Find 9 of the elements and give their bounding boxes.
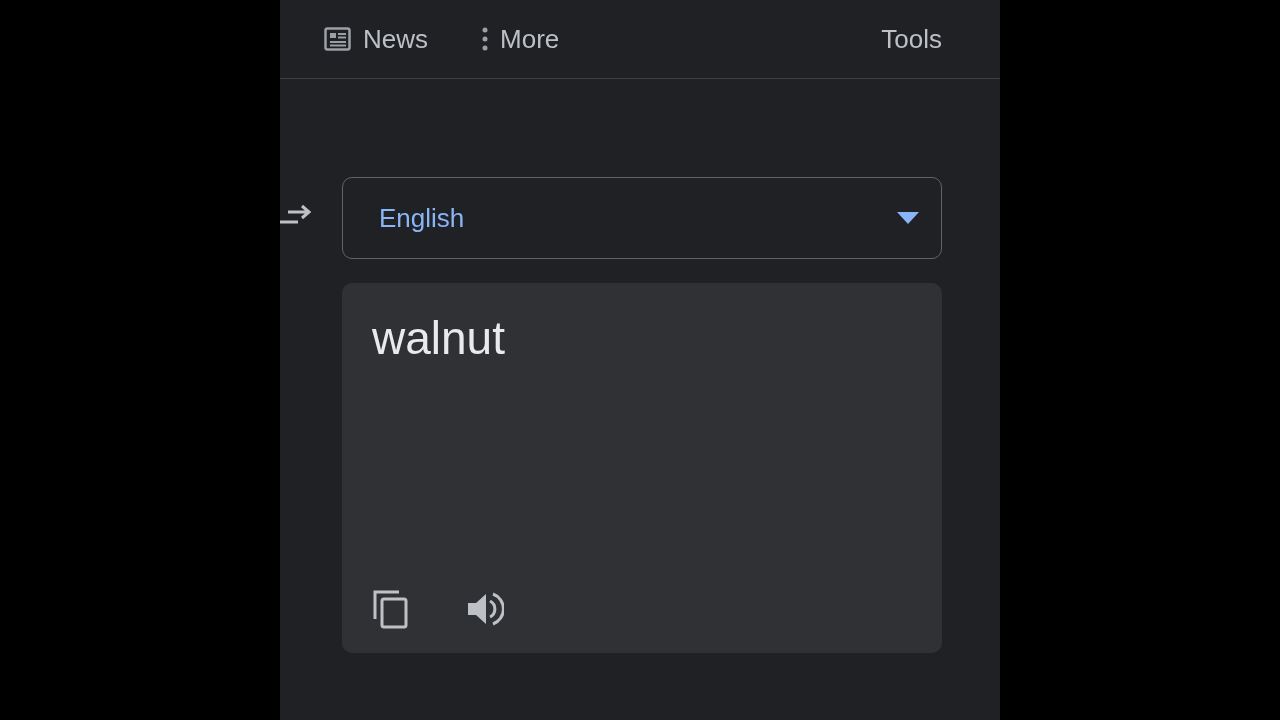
more-icon (482, 27, 488, 51)
language-select[interactable]: English (342, 177, 942, 259)
nav-tab[interactable]: More (482, 23, 560, 55)
nav-tab[interactable]: News (324, 23, 428, 55)
newspaper-icon (324, 27, 351, 51)
translation-text: walnut (372, 311, 506, 365)
tools-link[interactable]: Tools (881, 23, 942, 55)
caret-icon (897, 212, 919, 224)
copy-icon[interactable] (372, 589, 410, 629)
